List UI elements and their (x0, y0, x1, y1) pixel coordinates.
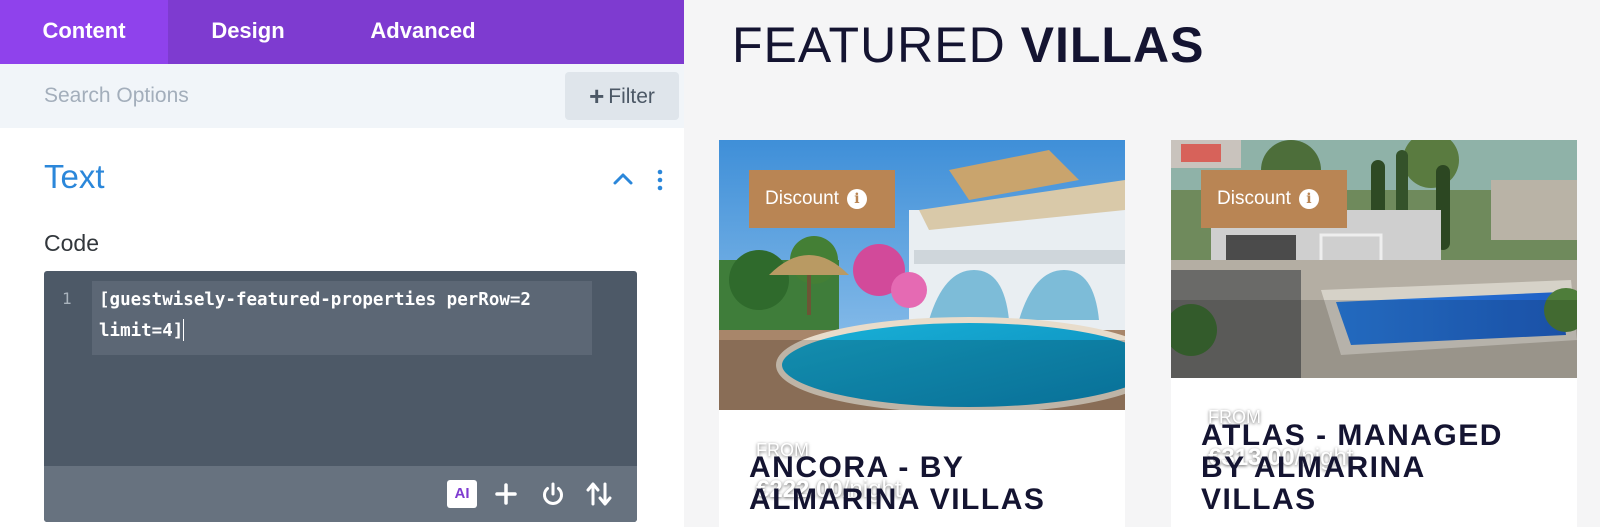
property-title-line: BY ALMARINA (1201, 451, 1426, 484)
discount-label: Discount (1217, 188, 1291, 209)
settings-panel: Content Design Advanced +Filter Text Cod… (0, 0, 684, 527)
property-title-line: ALMARINA VILLAS (749, 483, 1046, 516)
power-icon[interactable] (538, 479, 568, 509)
plus-icon: + (589, 81, 605, 111)
code-editor[interactable]: 1 [guestwisely-featured-properties perRo… (44, 271, 637, 522)
ai-icon[interactable]: AI (447, 480, 477, 508)
code-line-2: limit=4] (99, 321, 184, 341)
section-title: Text (44, 158, 105, 195)
property-card[interactable]: Discount i FROM €313.00/night ATLAS - MAN… (1171, 140, 1577, 527)
property-title[interactable]: ATLAS - MANAGED BY ALMARINA VILLAS (1201, 420, 1561, 516)
filter-button[interactable]: + Filter (565, 72, 679, 120)
discount-badge[interactable]: Discount i (749, 170, 895, 228)
property-title[interactable]: ANCORA - BY ALMARINA VILLAS (749, 452, 1109, 516)
code-content[interactable]: [guestwisely-featured-properties perRow=… (99, 285, 589, 347)
info-icon[interactable]: i (846, 189, 867, 209)
line-number: 1 (62, 289, 72, 308)
discount-label: Discount (765, 188, 839, 209)
tab-content[interactable]: Content (0, 0, 168, 64)
info-icon[interactable]: i (1298, 189, 1319, 209)
code-field-label: Code (44, 230, 99, 256)
filter-label: Filter (608, 85, 655, 108)
text-caret (183, 319, 185, 341)
property-title-line: ATLAS - MANAGED (1201, 419, 1503, 452)
more-options-icon[interactable] (654, 168, 666, 192)
discount-badge[interactable]: Discount i (1201, 170, 1347, 228)
heading-light: FEATURED (732, 17, 1021, 73)
tab-advanced[interactable]: Advanced (328, 0, 518, 64)
search-bar: +Filter (0, 64, 684, 128)
page-heading: FEATURED VILLAS (732, 16, 1204, 74)
property-title-line: VILLAS (1201, 483, 1317, 516)
code-line-1: [guestwisely-featured-properties perRow=… (99, 290, 531, 310)
property-card[interactable]: Discount i FROM €222.00/night ANCORA - BY… (719, 140, 1125, 527)
page-preview: FEATURED VILLAS Discount i FROM €222.00/… (684, 0, 1600, 527)
search-input[interactable] (30, 76, 550, 116)
tab-design[interactable]: Design (168, 0, 328, 64)
editor-toolbar: AI (44, 466, 637, 522)
sort-icon[interactable] (584, 479, 614, 509)
chevron-up-icon[interactable] (612, 170, 634, 186)
tab-bar: Content Design Advanced (0, 0, 684, 64)
plus-icon[interactable] (491, 479, 521, 509)
heading-bold: VILLAS (1020, 17, 1205, 73)
property-title-line: ANCORA - BY (749, 451, 965, 484)
